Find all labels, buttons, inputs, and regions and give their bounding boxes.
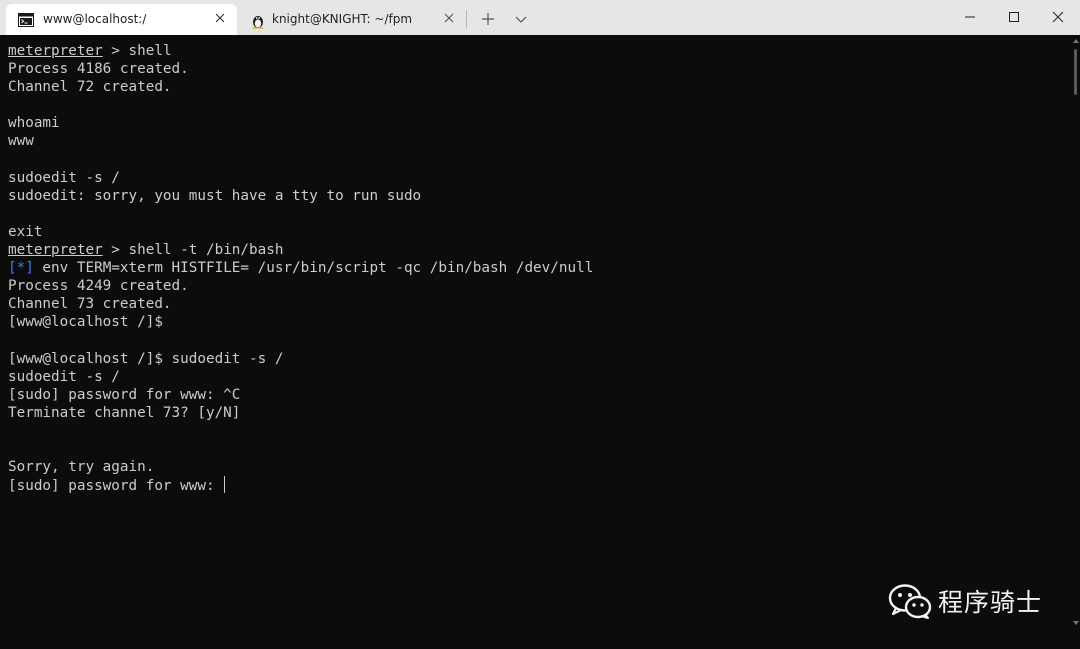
watermark: 程序骑士 xyxy=(888,582,1042,620)
terminal-line: Channel 72 created. xyxy=(8,78,593,96)
terminal-line: Channel 73 created. xyxy=(8,295,593,313)
terminal-line: sudoedit -s / xyxy=(8,169,593,187)
terminal-text: [www@localhost /]$ xyxy=(8,314,163,331)
terminal-text: > shell xyxy=(102,43,172,59)
terminal-text: sudoedit -s / xyxy=(8,368,120,385)
terminal-line: sudoedit -s / xyxy=(8,368,593,386)
terminal-text: [sudo] password for www: xyxy=(8,478,224,495)
terminal-line: [sudo] password for www: ^C xyxy=(8,386,593,404)
terminal-line: Process 4186 created. xyxy=(8,60,593,78)
close-tab-icon[interactable] xyxy=(213,11,227,25)
new-tab-button[interactable] xyxy=(478,9,498,29)
close-window-button[interactable] xyxy=(1036,0,1080,34)
info-marker: [*] xyxy=(8,260,34,277)
terminal-text: Process 4186 created. xyxy=(8,61,189,78)
terminal-text: Process 4249 created. xyxy=(8,278,189,295)
terminal-line: meterpreter > shell xyxy=(8,42,593,60)
vertical-scrollbar[interactable] xyxy=(1072,35,1080,649)
terminal-line: sudoedit: sorry, you must have a tty to … xyxy=(8,187,593,205)
terminal-line: whoami xyxy=(8,114,593,132)
terminal-line: www xyxy=(8,132,593,150)
maximize-icon xyxy=(1009,12,1019,22)
terminal-lines: meterpreter > shell Process 4186 created.… xyxy=(8,42,593,494)
terminal-text: whoami xyxy=(8,115,60,132)
title-bar: www@localhost:/ knight@KNIGHT: ~/fpm xyxy=(0,0,1080,35)
terminal-output[interactable]: meterpreter > shell Process 4186 created.… xyxy=(0,35,1072,649)
tab-www-localhost[interactable]: www@localhost:/ xyxy=(6,4,237,35)
terminal-text: sudoedit: sorry, you must have a tty to … xyxy=(8,187,422,204)
terminal-text: [sudo] password for www: ^C xyxy=(8,386,241,403)
wechat-icon xyxy=(888,584,932,619)
terminal-text: Terminate channel 73? [y/N] xyxy=(8,404,241,421)
tab-knight[interactable]: knight@KNIGHT: ~/fpm xyxy=(238,4,466,35)
terminal-line: Process 4249 created. xyxy=(8,277,593,295)
tab-dropdown-button[interactable] xyxy=(512,10,530,28)
tab-title: www@localhost:/ xyxy=(43,12,147,26)
terminal-line: [*] env TERM=xterm HISTFILE= /usr/bin/sc… xyxy=(8,259,593,277)
terminal-text: > shell -t /bin/bash xyxy=(102,242,284,259)
terminal-text: [www@localhost /]$ sudoedit -s / xyxy=(8,350,284,367)
minimize-button[interactable] xyxy=(948,0,992,34)
terminal-text: Sorry, try again. xyxy=(8,459,155,476)
terminal-line: [www@localhost /]$ sudoedit -s / xyxy=(8,350,593,368)
tab-title: knight@KNIGHT: ~/fpm xyxy=(272,12,413,26)
terminal-line: Sorry, try again. xyxy=(8,458,593,476)
scroll-up-icon xyxy=(1073,39,1079,43)
watermark-text: 程序骑士 xyxy=(938,588,1043,617)
linux-penguin-icon xyxy=(250,13,266,29)
close-tab-icon[interactable] xyxy=(442,11,456,25)
terminal-text: Channel 73 created. xyxy=(8,296,172,313)
close-icon xyxy=(1052,11,1064,23)
text-cursor xyxy=(224,476,226,494)
tab-separator xyxy=(466,10,467,28)
terminal-line: exit xyxy=(8,223,593,241)
terminal-text: sudoedit -s / xyxy=(8,169,120,186)
maximize-button[interactable] xyxy=(992,0,1036,34)
terminal-line: [www@localhost /]$ xyxy=(8,313,593,331)
plus-icon xyxy=(482,13,494,25)
terminal-text: env TERM=xterm HISTFILE= /usr/bin/script… xyxy=(33,260,594,277)
scrollbar-thumb[interactable] xyxy=(1074,49,1077,95)
terminal-line: Terminate channel 73? [y/N] xyxy=(8,404,593,422)
meterpreter-prompt: meterpreter xyxy=(8,242,103,259)
terminal-line: meterpreter > shell -t /bin/bash xyxy=(8,241,593,259)
terminal-text: www xyxy=(8,133,34,150)
terminal-text: Channel 72 created. xyxy=(8,79,172,96)
minimize-icon xyxy=(965,16,975,18)
terminal-text: exit xyxy=(8,223,43,240)
scroll-down-icon xyxy=(1073,621,1079,625)
terminal-line: [sudo] password for www: xyxy=(8,476,593,494)
chevron-down-icon xyxy=(515,16,527,23)
cmd-terminal-icon xyxy=(18,13,34,27)
meterpreter-prompt: meterpreter xyxy=(8,43,103,59)
